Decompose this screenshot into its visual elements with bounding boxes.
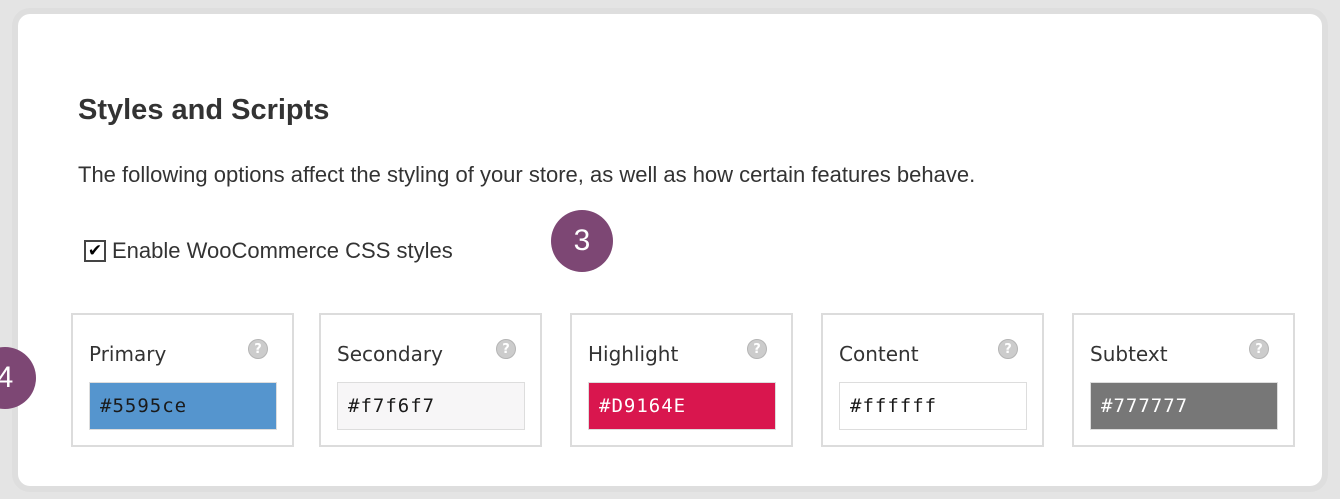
swatch-label: Secondary (337, 342, 443, 366)
settings-panel: Styles and Scripts The following options… (12, 8, 1328, 492)
css-styles-checkbox[interactable]: ✔ (84, 240, 106, 262)
css-styles-option[interactable]: ✔ Enable WooCommerce CSS styles (84, 238, 453, 264)
step-badge-3: 3 (551, 210, 613, 272)
help-icon[interactable]: ? (747, 339, 767, 359)
highlight-color-input[interactable] (588, 382, 776, 430)
help-icon[interactable]: ? (1249, 339, 1269, 359)
swatch-label: Primary (89, 342, 167, 366)
primary-color-input[interactable] (89, 382, 277, 430)
color-swatch-secondary: Secondary ? (319, 313, 542, 447)
section-title: Styles and Scripts (78, 94, 330, 126)
color-swatch-primary: Primary ? (71, 313, 294, 447)
content-color-input[interactable] (839, 382, 1027, 430)
color-swatch-subtext: Subtext ? (1072, 313, 1295, 447)
swatch-label: Highlight (588, 342, 679, 366)
section-description: The following options affect the styling… (78, 162, 976, 187)
secondary-color-input[interactable] (337, 382, 525, 430)
css-styles-label[interactable]: Enable WooCommerce CSS styles (112, 238, 453, 264)
help-icon[interactable]: ? (998, 339, 1018, 359)
help-icon[interactable]: ? (248, 339, 268, 359)
help-icon[interactable]: ? (496, 339, 516, 359)
subtext-color-input[interactable] (1090, 382, 1278, 430)
swatch-label: Content (839, 342, 919, 366)
color-swatch-content: Content ? (821, 313, 1044, 447)
swatch-label: Subtext (1090, 342, 1168, 366)
color-swatch-highlight: Highlight ? (570, 313, 793, 447)
